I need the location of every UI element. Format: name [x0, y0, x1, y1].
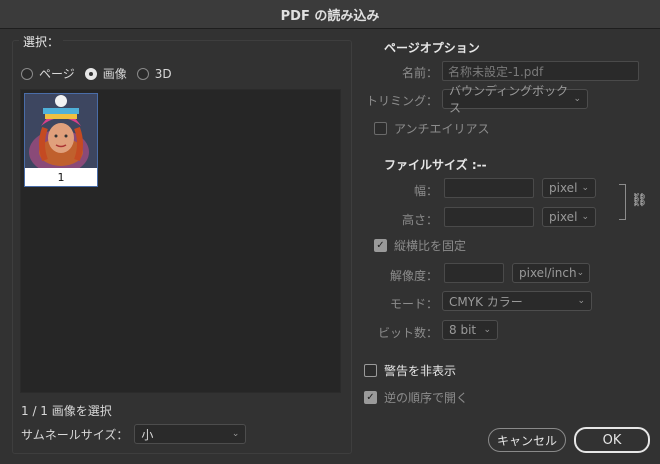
bit-depth-label: ビット数： [377, 326, 438, 340]
mode-value: CMYK カラー [449, 294, 523, 309]
crop-value: バウンディングボックス [449, 84, 569, 115]
mode-select[interactable]: CMYK カラー ⌄ [442, 291, 592, 311]
reverse-order-checkbox[interactable]: ✓ 逆の順序で開く [364, 389, 468, 406]
selection-status: 1 / 1 画像を選択 [21, 404, 112, 418]
check-icon: ✓ [364, 391, 377, 404]
radio-page[interactable]: ページ [21, 65, 75, 82]
reverse-order-label: 逆の順序で開く [384, 391, 469, 405]
bit-depth-value: 8 bit [449, 323, 477, 337]
antialias-checkbox[interactable]: アンチエイリアス [374, 120, 490, 137]
radio-circle [136, 67, 149, 80]
select-label: 選択： [19, 33, 64, 50]
link-bracket [619, 184, 626, 220]
name-field[interactable]: 名称未設定-1.pdf [442, 61, 639, 81]
thumbnail-item[interactable]: 1 [24, 93, 98, 187]
width-unit-value: pixel [549, 181, 578, 195]
radio-circle [84, 67, 97, 80]
chevron-down-icon: ⌄ [581, 212, 589, 222]
chevron-down-icon: ⌄ [577, 296, 585, 306]
chevron-down-icon: ⌄ [576, 268, 585, 278]
antialias-label: アンチエイリアス [394, 122, 490, 136]
crop-select[interactable]: バウンディングボックス ⌄ [442, 84, 588, 115]
resolution-unit-value: pixel/inch [519, 266, 577, 280]
checkbox-box [364, 364, 377, 377]
width-unit-select[interactable]: pixel ⌄ [542, 178, 596, 198]
bit-depth-select[interactable]: 8 bit ⌄ [442, 320, 498, 340]
page-options-heading: ページオプション [384, 41, 480, 55]
thumbnail-size-value: 小 [141, 427, 154, 442]
radio-image[interactable]: 画像 [84, 65, 127, 82]
thumbnail-label: 1 [57, 170, 65, 184]
height-label: 高さ： [401, 213, 438, 227]
checkbox-box [374, 122, 387, 135]
thumbnail-image [25, 94, 97, 168]
constrain-proportions-checkbox[interactable]: ✓ 縦横比を固定 [374, 237, 466, 254]
thumbnail-list: 1 [20, 89, 341, 393]
file-size-heading: ファイルサイズ :-- [384, 158, 487, 172]
suppress-warnings-label: 警告を非表示 [384, 364, 457, 378]
height-field[interactable] [444, 207, 534, 227]
height-unit-value: pixel [549, 210, 578, 224]
height-unit-select[interactable]: pixel ⌄ [542, 207, 596, 227]
chevron-down-icon: ⌄ [483, 325, 491, 335]
radio-3d-label: 3D [154, 66, 172, 81]
select-mode-radio-group: ページ 画像 3D [21, 65, 172, 82]
link-icon[interactable]: ⛓ [631, 193, 648, 208]
chevron-down-icon: ⌄ [573, 94, 581, 104]
chevron-down-icon: ⌄ [581, 183, 589, 193]
radio-image-label: 画像 [102, 67, 127, 81]
radio-3d[interactable]: 3D [136, 66, 172, 81]
chevron-down-icon: ⌄ [231, 429, 240, 439]
suppress-warnings-checkbox[interactable]: 警告を非表示 [364, 362, 456, 379]
radio-page-label: ページ [39, 67, 75, 81]
select-panel: 選択： ページ 画像 3D 1 1 / 1 画像を選択 サムネールサイズ： 小 … [12, 33, 352, 454]
check-icon: ✓ [374, 239, 387, 252]
constrain-proportions-label: 縦横比を固定 [394, 239, 467, 253]
dialog-title: PDF の読み込み [0, 0, 660, 29]
mode-label: モード： [389, 297, 438, 311]
cancel-button[interactable]: キャンセル [488, 428, 566, 452]
thumbnail-size-row: サムネールサイズ： 小 ⌄ [21, 424, 247, 444]
name-label: 名前： [401, 66, 438, 80]
resolution-unit-select[interactable]: pixel/inch ⌄ [512, 263, 590, 283]
crop-label: トリミング： [365, 94, 438, 108]
resolution-label: 解像度： [389, 269, 438, 283]
width-field[interactable] [444, 178, 534, 198]
thumbnail-size-label: サムネールサイズ： [21, 427, 129, 442]
ok-button[interactable]: OK [574, 427, 650, 453]
resolution-field[interactable] [444, 263, 504, 283]
options-panel: ページオプション 名前： 名称未設定-1.pdf トリミング： バウンディングボ… [360, 36, 650, 456]
width-label: 幅： [413, 184, 438, 198]
radio-circle [21, 67, 33, 80]
thumbnail-size-select[interactable]: 小 ⌄ [134, 424, 247, 444]
